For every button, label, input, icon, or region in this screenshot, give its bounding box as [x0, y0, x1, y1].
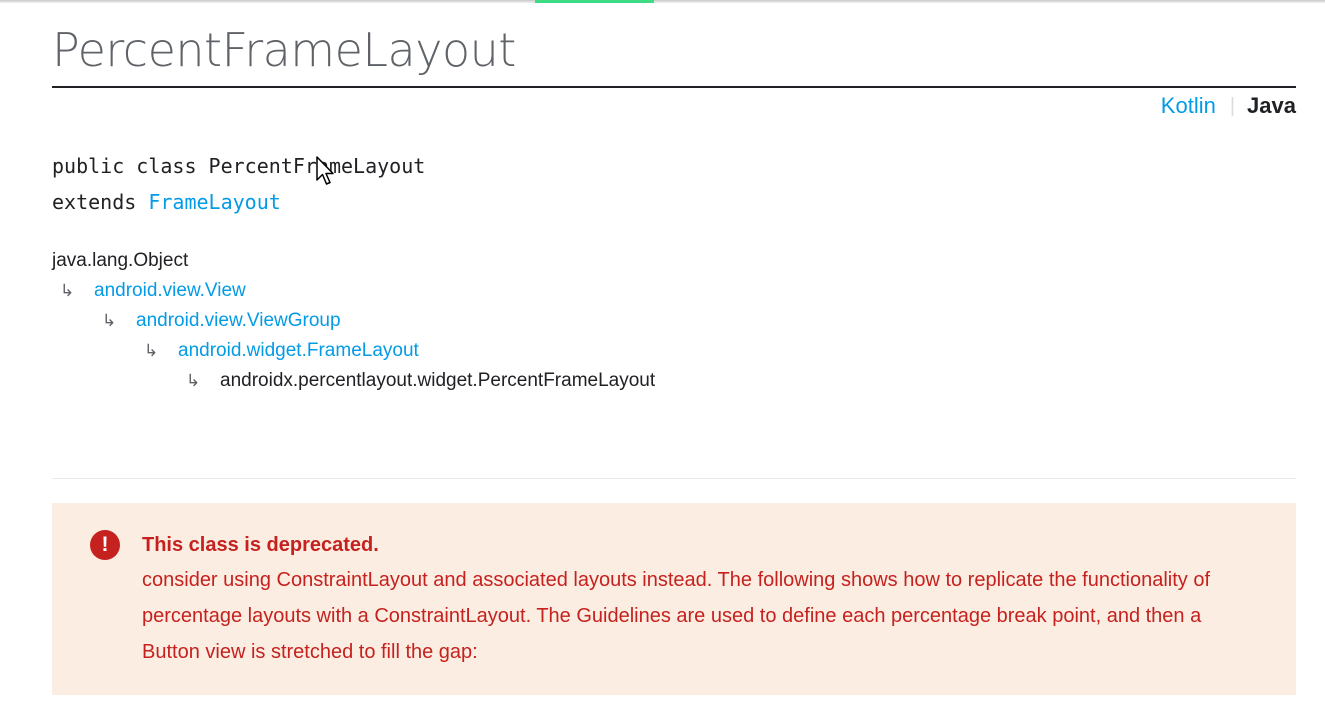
language-switcher: Kotlin | Java: [1161, 91, 1296, 121]
hierarchy-row: ↳ android.view.View: [52, 276, 655, 306]
hierarchy-arrow-icon: ↳: [144, 341, 159, 360]
title-divider: [52, 86, 1296, 88]
hierarchy-root: java.lang.Object: [52, 250, 189, 271]
hierarchy-link-viewgroup[interactable]: android.view.ViewGroup: [136, 306, 341, 336]
hierarchy-arrow-icon: ↳: [186, 371, 201, 390]
error-icon: !: [90, 530, 120, 560]
superclass-link[interactable]: FrameLayout: [148, 190, 280, 214]
page-load-progress: [535, 0, 654, 3]
deprecation-body: consider using ConstraintLayout and asso…: [142, 569, 1211, 663]
kotlin-tab[interactable]: Kotlin: [1161, 91, 1216, 121]
hierarchy-arrow-icon: ↳: [60, 281, 75, 300]
hierarchy-row: java.lang.Object: [52, 246, 655, 276]
language-separator: |: [1229, 95, 1236, 117]
hierarchy-current-class: androidx.percentlayout.widget.PercentFra…: [220, 370, 656, 391]
hierarchy-link-framelayout[interactable]: android.widget.FrameLayout: [178, 336, 419, 366]
extends-clause: extends FrameLayout: [52, 188, 281, 216]
java-tab[interactable]: Java: [1247, 91, 1296, 121]
hierarchy-row: ↳ android.view.ViewGroup: [52, 306, 655, 336]
hierarchy-row: ↳ androidx.percentlayout.widget.PercentF…: [52, 366, 655, 396]
top-bar-shadow: [0, 0, 1325, 3]
deprecation-title: This class is deprecated.: [142, 534, 379, 556]
section-divider: [52, 478, 1296, 479]
hierarchy-arrow-icon: ↳: [102, 311, 117, 330]
page-title: PercentFrameLayout: [52, 23, 516, 77]
hierarchy-link-view[interactable]: android.view.View: [94, 276, 246, 306]
extends-keyword: extends: [52, 190, 149, 214]
mouse-cursor-icon: [316, 156, 334, 185]
class-signature: public class PercentFrameLayout: [52, 154, 426, 178]
hierarchy-row: ↳ android.widget.FrameLayout: [52, 336, 655, 366]
deprecation-notice: ! This class is deprecated. consider usi…: [52, 503, 1296, 695]
inheritance-hierarchy: java.lang.Object ↳ android.view.View ↳ a…: [52, 246, 655, 396]
